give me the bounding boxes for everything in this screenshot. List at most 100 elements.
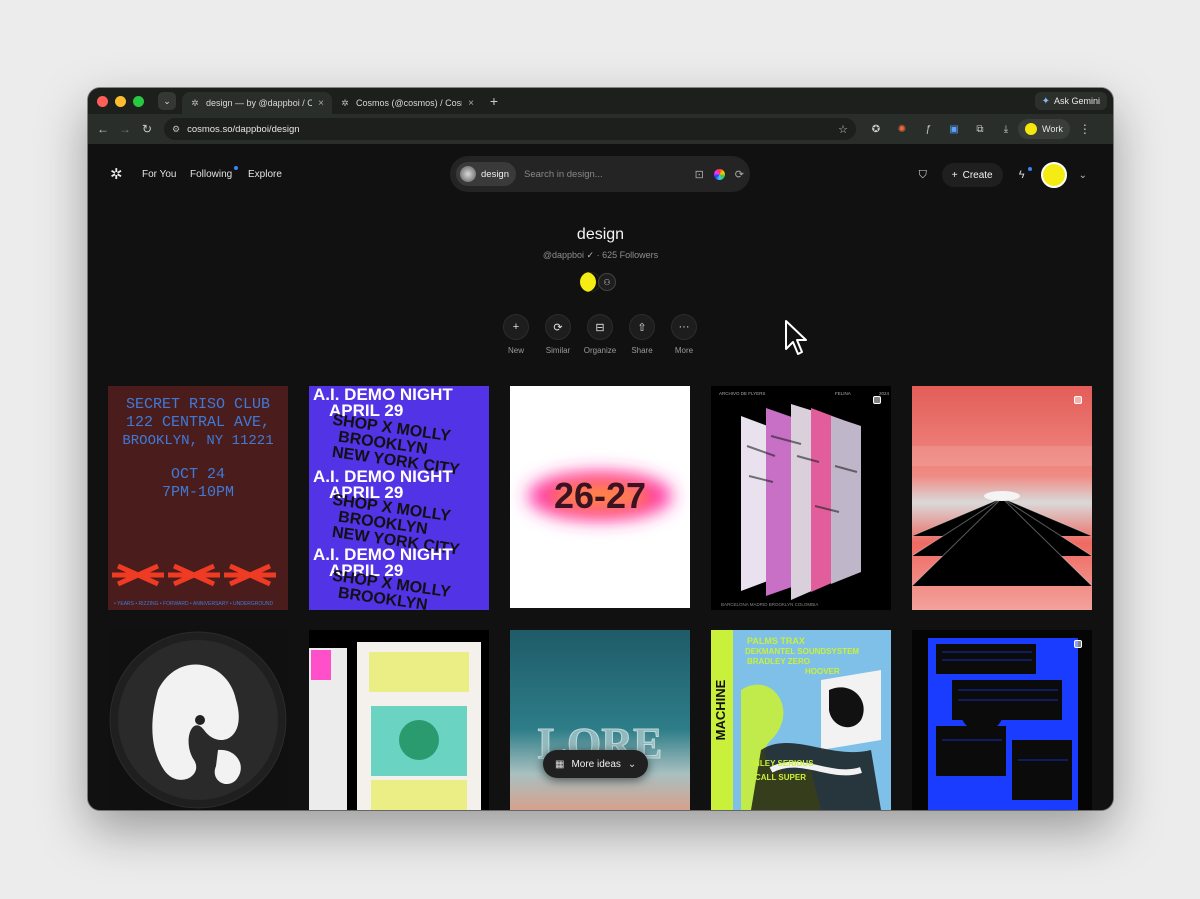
grid-item-year-poster[interactable]: 26-27 [510,386,690,608]
action-label: Similar [545,346,571,355]
poster-text: 26-27 [554,475,646,516]
cluster-thumbnail [460,166,476,182]
more-dots-icon: ··· [671,314,697,340]
chevron-down-icon[interactable]: ⌄ [1079,170,1087,181]
nav-for-you[interactable]: For You [142,169,176,180]
back-arrow-icon[interactable]: ← [92,122,114,136]
address-bar[interactable]: ⚙ cosmos.so/dappboi/design ☆ [164,118,856,140]
add-collaborator-icon[interactable]: ⚇ [598,273,616,291]
action-label: More [674,346,694,355]
lightning-notification-dot [1027,167,1032,171]
poster-text: MILEY SERIOUS [751,759,814,768]
ask-gemini-button[interactable]: ✦ Ask Gemini [1034,92,1107,110]
archive-flyers-art: ARCHIVO DE FLYERS FELINA 2024 BARCELONA … [719,391,890,607]
close-tab-icon[interactable]: × [318,98,324,109]
multi-image-badge-icon [1074,396,1082,404]
forward-arrow-icon[interactable]: → [114,122,136,136]
nav-explore[interactable]: Explore [248,169,282,180]
cluster-title: design [576,226,625,243]
grid-item-demo-night-poster[interactable]: A.I. DEMO NIGHT APRIL 29 SHOP X MOLLY BR… [309,386,489,610]
profile-button[interactable]: Work [1018,119,1070,139]
action-label: Share [631,346,653,355]
poster-text: DEKMANTEL SOUNDSYSTEM [745,647,859,656]
tab-search-button[interactable]: ⌄ [158,92,176,110]
blue-collage-art [928,638,1078,810]
close-tab-icon[interactable]: × [468,98,474,109]
collaborators: ⚇ [580,272,616,292]
minimize-window-button[interactable] [115,95,126,107]
grid-item-vinyl-record[interactable] [108,630,288,810]
profile-avatar [1025,123,1037,135]
grid-item-lore-poster[interactable]: LORE [510,630,690,810]
grid-item-riso-poster[interactable]: SECRET RISO CLUB 122 CENTRAL AVE, BROOKL… [108,386,288,610]
poster-text: BROOKLYN, NY 11221 [122,433,273,449]
followers-count[interactable]: 625 Followers [602,250,658,260]
grid-item-blue-collage[interactable] [912,630,1092,810]
poster-text: HOOVER [805,667,840,676]
organize-button[interactable]: ⊟ Organize [583,314,617,355]
share-button[interactable]: ⇧ Share [628,314,656,355]
user-nav: ⛉ + Create ϟ ⌄ [916,162,1087,188]
collaborator-avatar[interactable] [580,272,600,292]
more-ideas-button[interactable]: ▦ More ideas ⌄ [543,750,649,778]
dome-shape [984,491,1020,501]
color-search-icon[interactable] [713,168,725,180]
poster-header: FELINA [835,391,851,396]
download-icon[interactable]: ⤓ [1000,124,1012,135]
search-input[interactable]: Search in design... [524,169,685,180]
visual-search-icon[interactable]: ⊡ [695,168,704,181]
extensions-area: ✪ ✺ ƒ ▣ ⧉ ⤓ [870,124,1012,135]
extension-formula-icon[interactable]: ƒ [922,124,934,135]
extensions-puzzle-icon[interactable]: ⧉ [974,124,986,135]
reload-icon[interactable]: ↻ [136,122,158,136]
gemini-sparkle-icon: ✦ [1041,95,1050,107]
poster-footer: BARCELONA MADRID BROOKLYN COLOMBIA [721,602,818,607]
grid-item-glitch-poster[interactable] [309,630,489,810]
share-icon: ⇧ [629,314,655,340]
tab-design[interactable]: ✲ design — by @dappboi / Cosmos × [182,92,332,114]
url-text: cosmos.so/dappboi/design [187,123,300,135]
tab-title: design — by @dappboi / Cosmos [206,98,313,108]
multi-image-badge-icon [873,396,881,404]
glitch-poster-art [309,642,481,810]
extension-plus-icon[interactable]: ▣ [948,124,960,135]
owner-handle[interactable]: @dappboi [543,250,584,260]
tab-cosmos[interactable]: ✲ Cosmos (@cosmos) / Cosmos × [332,92,482,114]
poster-title: MACHINE [713,679,728,740]
site-info-icon[interactable]: ⚙ [172,124,180,135]
grid-item-machine-poster[interactable]: MACHINE PALMS TRAX DEKMANTEL SOUNDSYSTEM… [711,630,891,810]
cosmos-logo-icon[interactable]: ✲ [110,167,126,183]
create-button[interactable]: + Create [941,163,1003,187]
more-button[interactable]: ··· More [670,314,698,355]
browser-menu-icon[interactable]: ⋮ [1079,122,1091,136]
cosmos-favicon-icon: ✲ [191,98,199,108]
tab-strip: ⌄ ✲ design — by @dappboi / Cosmos × ✲ Co… [88,88,1113,114]
poster-text: OCT 24 [171,466,225,483]
poster-footer: • YEARS • RIZZING • FORWARD • ANNIVERSAR… [114,601,273,607]
lightning-icon[interactable]: ϟ [1015,167,1032,181]
extension-burst-icon[interactable]: ✺ [896,124,908,135]
extension-settings-icon[interactable]: ✪ [870,124,882,135]
nav-following[interactable]: Following [190,169,232,180]
search-bar[interactable]: design Search in design... ⊡ ⟳ [450,156,750,192]
new-tab-icon[interactable]: + [486,93,502,109]
action-label: Organize [583,346,617,355]
grid-item-archive-flyers[interactable]: ARCHIVO DE FLYERS FELINA 2024 BARCELONA … [711,386,891,610]
riso-bow-shapes [112,563,276,587]
similar-button[interactable]: ⟳ Similar [544,314,572,355]
shield-icon[interactable]: ⛉ [916,169,930,182]
year-poster-art: 26-27 [528,472,672,520]
verified-icon: ✓ [586,250,595,260]
search-scope-chip[interactable]: design [456,162,516,186]
new-button[interactable]: + New [502,314,530,355]
similar-search-icon[interactable]: ⟳ [735,168,744,181]
close-window-button[interactable] [97,95,108,107]
bookmark-star-icon[interactable]: ☆ [838,123,848,136]
maximize-window-button[interactable] [133,95,144,107]
grid-item-red-landscape[interactable] [912,386,1092,610]
user-avatar[interactable] [1040,162,1067,188]
poster-text: SECRET RISO CLUB [126,396,270,413]
organize-icon: ⊟ [587,314,613,340]
riso-poster-art: SECRET RISO CLUB 122 CENTRAL AVE, BROOKL… [112,396,276,607]
browser-toolbar: ← → ↻ ⚙ cosmos.so/dappboi/design ☆ ✪ ✺ ƒ… [88,114,1113,144]
